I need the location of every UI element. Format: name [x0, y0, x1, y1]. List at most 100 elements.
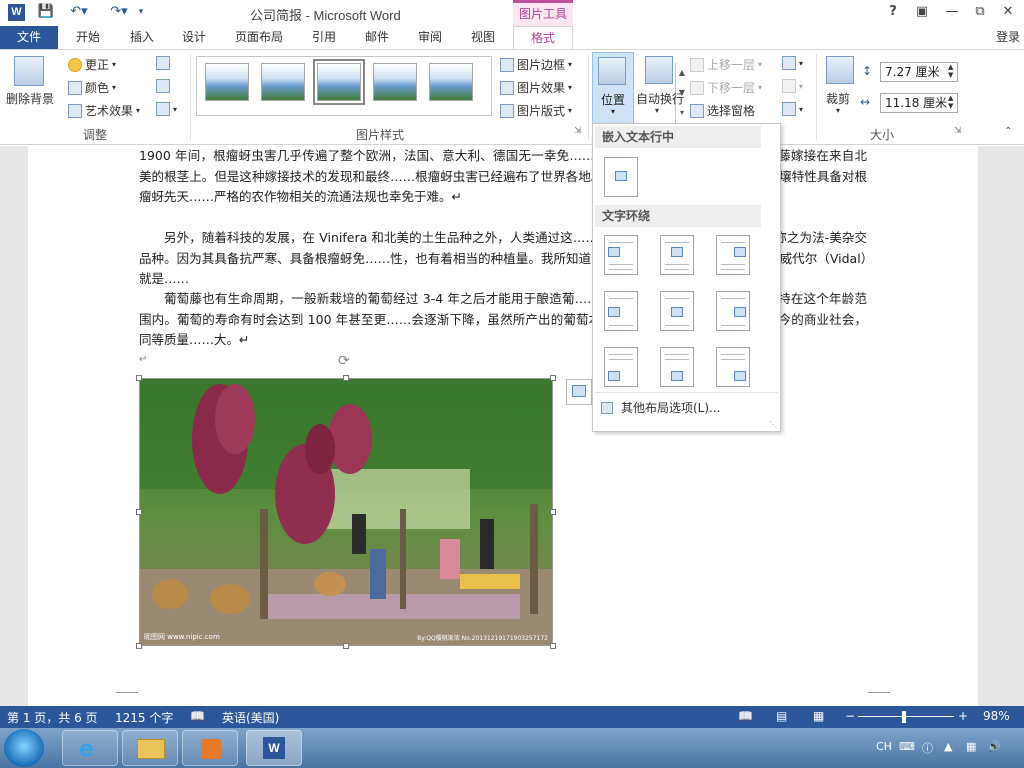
resize-handle[interactable] [136, 509, 142, 515]
picture-style-3[interactable] [313, 59, 365, 105]
page-count[interactable]: 第 1 页，共 6 页 [7, 709, 98, 726]
wrap-top-center-option[interactable] [660, 235, 694, 275]
color-button[interactable]: 颜色 ▾ [68, 79, 116, 96]
tray-expand-icon[interactable]: ▲ [944, 740, 952, 753]
compress-pictures-button[interactable] [156, 56, 170, 70]
width-input[interactable]: 11.18 厘米 [880, 93, 958, 113]
input-language[interactable]: CH [876, 740, 892, 753]
crop-button[interactable]: 裁剪 [826, 90, 850, 107]
taskbar-word[interactable]: W [246, 730, 302, 766]
zoom-out-button[interactable]: − [845, 709, 855, 723]
height-spinner-icon[interactable]: ▲ ▼ [948, 63, 953, 79]
picture-border-button[interactable]: 图片边框 ▾ [500, 56, 572, 73]
tab-design[interactable]: 设计 [172, 26, 216, 50]
more-layout-options[interactable]: 其他布局选项(L)... [601, 399, 721, 416]
collapse-ribbon-icon[interactable]: ⌃ [1004, 126, 1012, 137]
picture-style-1[interactable] [205, 63, 249, 101]
group-button[interactable]: ▾ [782, 79, 803, 93]
resize-grip-icon[interactable]: ⋱ [769, 420, 777, 429]
crop-icon[interactable] [826, 56, 854, 84]
align-button[interactable]: ▾ [782, 56, 803, 70]
undo-icon[interactable]: ↶▾ [66, 3, 92, 21]
ribbon-display-options-icon[interactable]: ▣ [910, 3, 934, 21]
send-backward-button[interactable]: 下移一层 ▾ [690, 79, 762, 96]
signin-link[interactable]: 登录 [996, 28, 1020, 45]
reset-picture-button[interactable]: ▾ [156, 102, 177, 116]
network-icon[interactable]: ▦ [966, 740, 976, 753]
selection-pane-button[interactable]: 选择窗格 [690, 102, 755, 119]
picture-style-2[interactable] [261, 63, 305, 101]
tab-page-layout[interactable]: 页面布局 [226, 26, 292, 50]
width-spinner-icon[interactable]: ▲ ▼ [948, 94, 953, 110]
layout-options-button[interactable] [566, 379, 592, 405]
wrap-bottom-right-option[interactable] [716, 347, 750, 387]
taskbar-media[interactable] [182, 730, 238, 766]
resize-handle[interactable] [550, 643, 556, 649]
rotate-button[interactable]: ▾ [782, 102, 803, 116]
resize-handle[interactable] [136, 643, 142, 649]
zoom-in-button[interactable]: + [958, 709, 968, 723]
taskbar-explorer[interactable] [122, 730, 178, 766]
remove-background-button[interactable]: 删除背景 [6, 90, 54, 107]
resize-handle[interactable] [550, 509, 556, 515]
customize-qat-icon[interactable]: ▾ [134, 3, 148, 21]
tab-view[interactable]: 视图 [461, 26, 505, 50]
save-icon[interactable]: 💾 [36, 3, 56, 21]
wrap-top-left-option[interactable] [604, 235, 638, 275]
styles-dialog-launcher-icon[interactable]: ⇲ [574, 126, 582, 136]
resize-handle[interactable] [136, 375, 142, 381]
tab-home[interactable]: 开始 [66, 26, 110, 50]
help-button[interactable]: ? [881, 3, 905, 21]
word-logo-icon[interactable]: W [8, 4, 25, 21]
proofing-icon[interactable]: 📖 [190, 709, 205, 723]
close-icon[interactable]: ✕ [996, 3, 1020, 21]
tab-review[interactable]: 审阅 [408, 26, 452, 50]
picture-effects-button[interactable]: 图片效果 ▾ [500, 79, 572, 96]
wrap-bottom-center-option[interactable] [660, 347, 694, 387]
language-indicator[interactable]: 英语(美国) [222, 709, 279, 726]
volume-icon[interactable]: 🔊 [987, 740, 1001, 753]
redo-icon[interactable]: ↷▾ [106, 3, 132, 21]
position-button[interactable]: 位置 ▾ [592, 52, 634, 124]
read-mode-icon[interactable]: 📖 [738, 709, 753, 723]
artistic-effects-button[interactable]: 艺术效果 ▾ [68, 102, 140, 119]
inline-layout-option[interactable] [604, 157, 638, 197]
resize-handle[interactable] [550, 375, 556, 381]
picture-style-5[interactable] [429, 63, 473, 101]
picture-style-4[interactable] [373, 63, 417, 101]
change-picture-button[interactable] [156, 79, 170, 93]
tab-mailings[interactable]: 邮件 [355, 26, 399, 50]
remove-background-icon[interactable] [14, 56, 44, 86]
wrap-middle-left-option[interactable] [604, 291, 638, 331]
gallery-up-icon[interactable]: ▲ [676, 63, 688, 83]
keyboard-icon[interactable]: ⌨ [899, 740, 915, 753]
tab-references[interactable]: 引用 [302, 26, 346, 50]
wrap-text-icon[interactable] [645, 56, 673, 84]
zoom-slider[interactable] [858, 716, 954, 717]
bring-forward-button[interactable]: 上移一层 ▾ [690, 56, 762, 73]
tab-format[interactable]: 格式 [513, 26, 573, 51]
corrections-button[interactable]: 更正 ▾ [68, 56, 116, 73]
resize-handle[interactable] [343, 643, 349, 649]
wrap-bottom-left-option[interactable] [604, 347, 638, 387]
tab-file[interactable]: 文件 [0, 26, 58, 50]
wrap-text-button[interactable]: 自动换行 [636, 90, 684, 107]
help-tray-icon[interactable]: ⓘ [922, 740, 933, 756]
wrap-middle-center-option[interactable] [660, 291, 694, 331]
minimize-icon[interactable]: — [940, 3, 964, 21]
wrap-middle-right-option[interactable] [716, 291, 750, 331]
print-layout-icon[interactable]: ▤ [776, 709, 787, 723]
zoom-slider-thumb[interactable] [902, 711, 906, 723]
word-count[interactable]: 1215 个字 [115, 709, 173, 726]
restore-icon[interactable]: ⧉ [968, 3, 992, 21]
taskbar-ie[interactable]: e [62, 730, 118, 766]
zoom-level[interactable]: 98% [983, 709, 1010, 723]
height-input[interactable]: 7.27 厘米 [880, 62, 958, 82]
wrap-top-right-option[interactable] [716, 235, 750, 275]
document-page[interactable]: 1900 年间，根瘤蚜虫害几乎传遍了整个欧洲，法国、意大利、德国无一幸免……解决… [28, 146, 978, 706]
start-button[interactable] [4, 729, 44, 767]
web-layout-icon[interactable]: ▦ [813, 709, 824, 723]
rotate-handle-icon[interactable]: ⟳ [338, 353, 350, 369]
tab-insert[interactable]: 插入 [120, 26, 164, 50]
size-dialog-launcher-icon[interactable]: ⇲ [954, 126, 962, 136]
